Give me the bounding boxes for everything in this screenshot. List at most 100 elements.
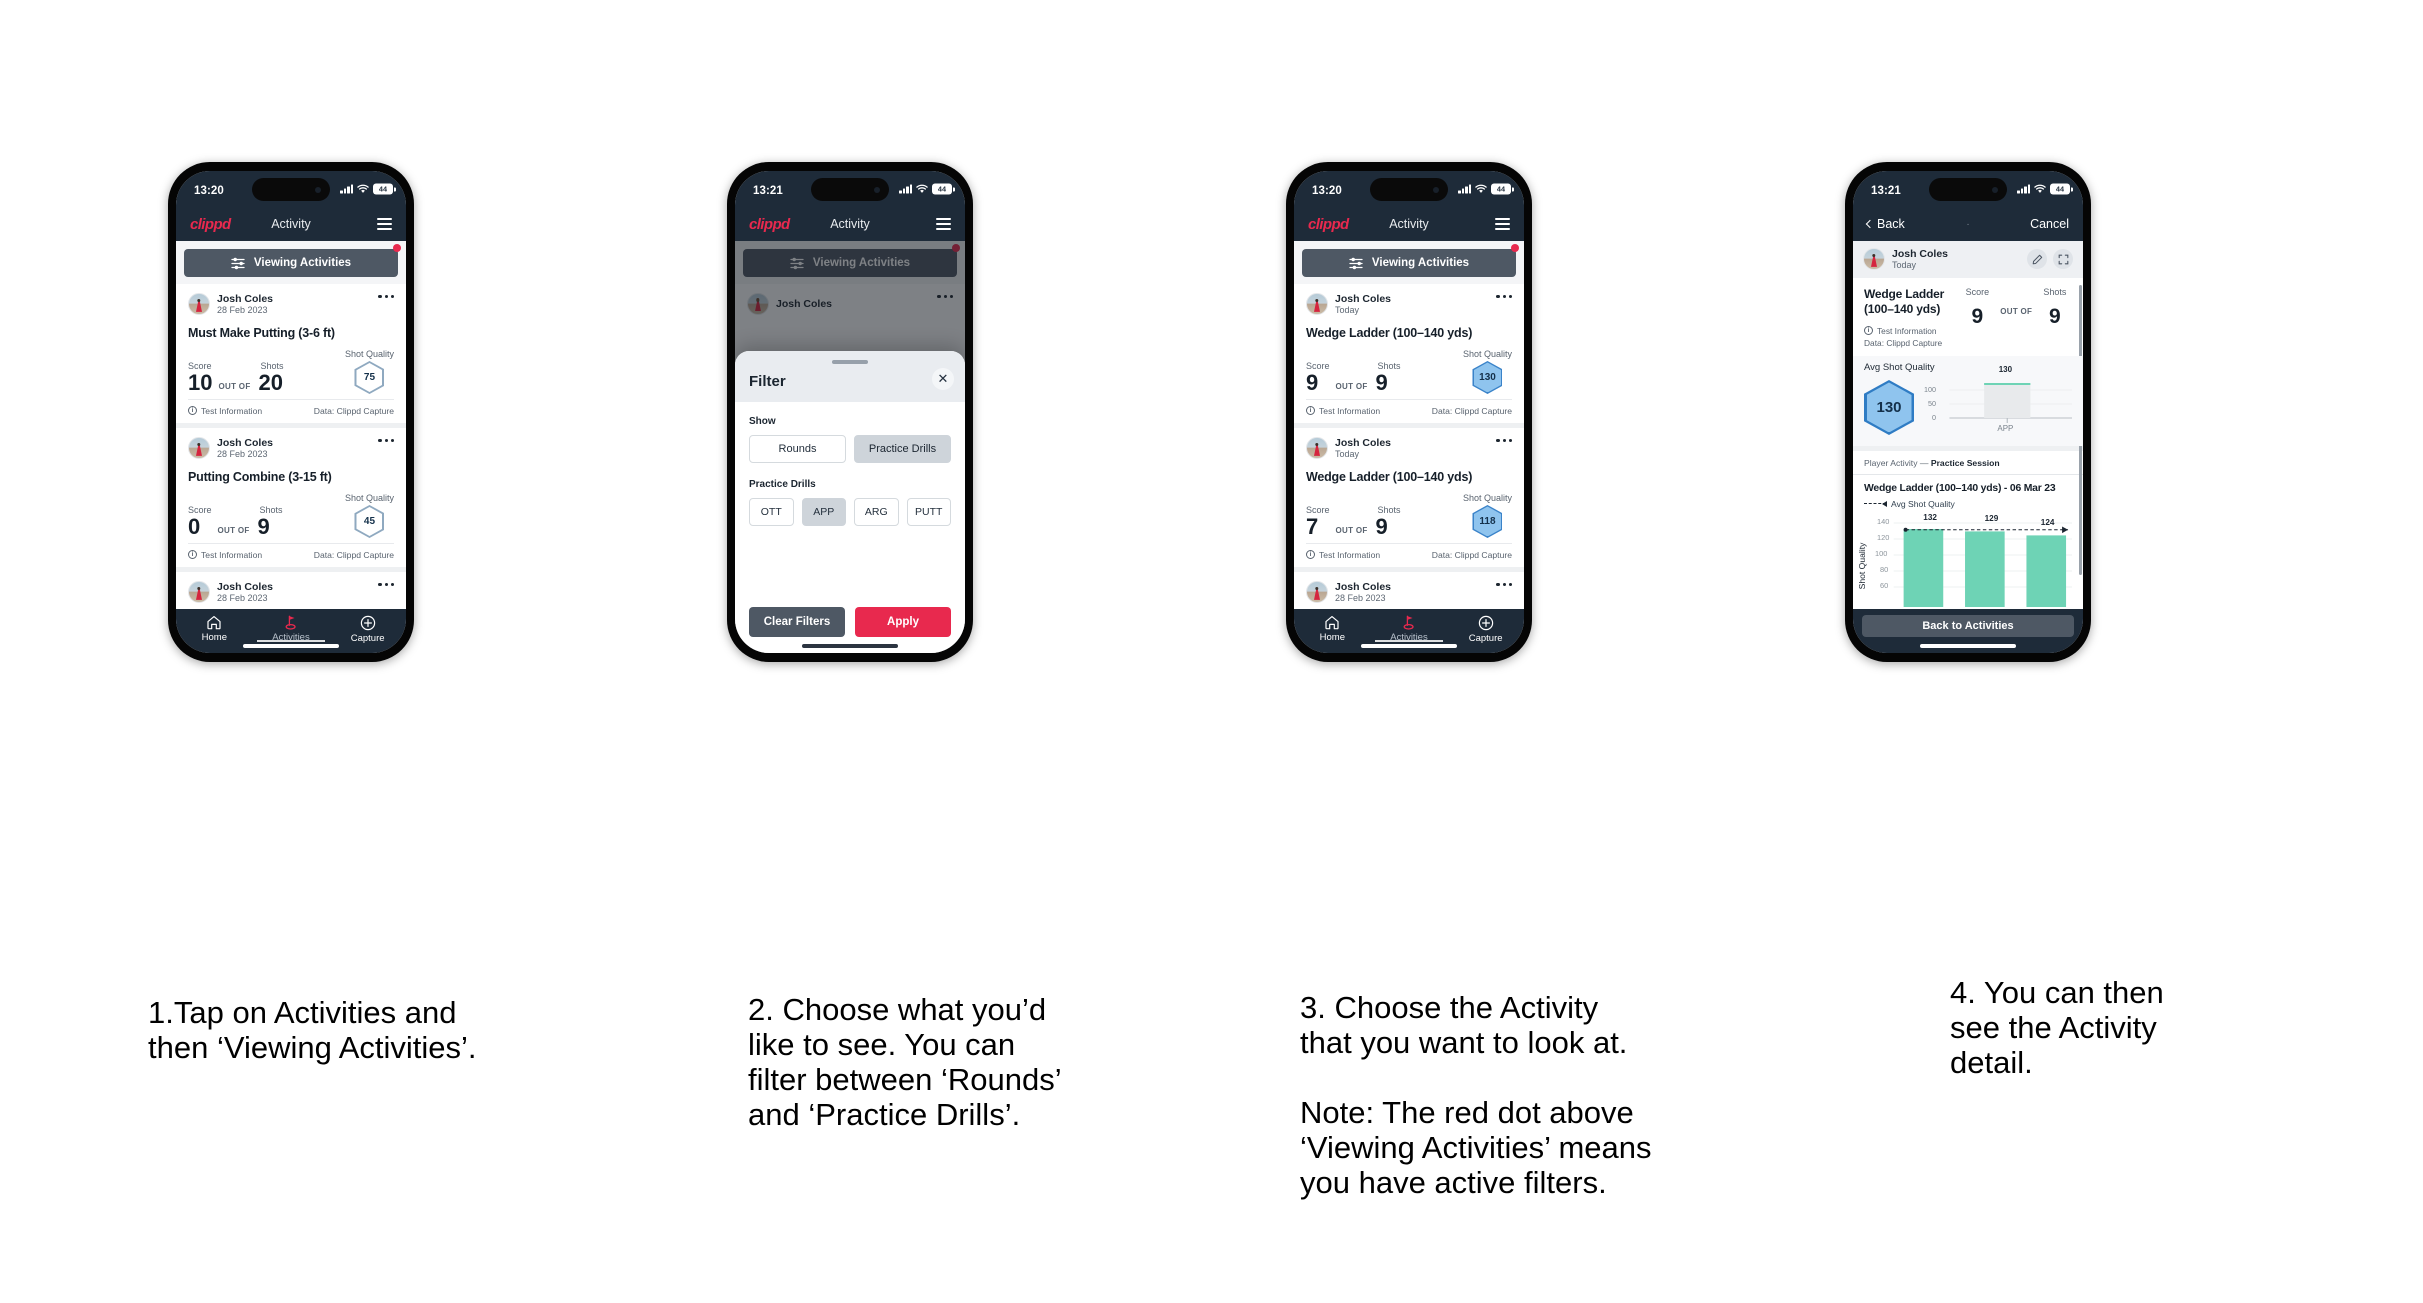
activity-card-header: Josh Coles Today bbox=[1306, 437, 1512, 460]
drill-option-app[interactable]: APP bbox=[801, 497, 846, 526]
tab-activities[interactable]: Activities bbox=[1378, 615, 1440, 643]
show-label: Show bbox=[749, 415, 776, 427]
shots-label: Shots bbox=[2043, 286, 2067, 297]
home-indicator[interactable] bbox=[1920, 644, 2016, 648]
card-menu-icon[interactable] bbox=[378, 438, 394, 443]
tab-home[interactable]: Home bbox=[1301, 615, 1363, 643]
drill-option-arg[interactable]: ARG bbox=[854, 497, 899, 526]
shot-quality-metric: Shot Quality 75 bbox=[345, 349, 394, 394]
mini-category-chart: 130 100 50 0 APP bbox=[1924, 365, 2072, 438]
tab-capture[interactable]: Capture bbox=[337, 615, 399, 644]
show-options: Rounds Practice Drills bbox=[749, 434, 951, 463]
cancel-button[interactable]: Cancel bbox=[2030, 217, 2069, 231]
status-bar: 13:21 44 bbox=[735, 171, 965, 207]
drill-option-putt[interactable]: PUTT bbox=[906, 497, 951, 526]
front-camera-icon bbox=[874, 186, 880, 193]
hamburger-icon[interactable] bbox=[1495, 218, 1510, 230]
show-option-rounds[interactable]: Rounds bbox=[749, 434, 846, 463]
phone-3-frame: 13:20 44 clippd Activity Viewing Activit… bbox=[1286, 162, 1532, 662]
tab-capture-label: Capture bbox=[1468, 633, 1503, 644]
avg-shot-quality-panel: Avg Shot Quality 130 130 100 50 0 APP bbox=[1853, 355, 2083, 446]
viewing-activities-label: Viewing Activities bbox=[253, 257, 352, 269]
phone-2-screen: 13:21 44 clippd Activity Filter ✕ Show R… bbox=[735, 171, 965, 653]
shots-metric: Shots 20 bbox=[259, 361, 284, 394]
page-title: Activity bbox=[1389, 217, 1429, 231]
tab-home-label: Home bbox=[201, 632, 227, 643]
fullscreen-icon[interactable] bbox=[2053, 249, 2073, 270]
home-icon bbox=[207, 616, 221, 630]
score-value: 7 bbox=[1306, 513, 1319, 539]
app-header: clippd Activity bbox=[1294, 207, 1524, 241]
out-of-label: OUT OF bbox=[1335, 381, 1368, 391]
detail-header-actions bbox=[2027, 249, 2073, 270]
hamburger-icon[interactable] bbox=[377, 218, 392, 230]
activity-metrics: Score 10 OUT OF Shots 20 Shot Quality 75 bbox=[188, 349, 394, 399]
phone-4-body: Josh Coles Today Wedge Ladder (100–140 y… bbox=[1853, 241, 2083, 609]
tab-capture[interactable]: Capture bbox=[1455, 615, 1517, 644]
activity-card[interactable]: Josh Coles Today Wedge Ladder (100–140 y… bbox=[1294, 422, 1524, 567]
activity-card[interactable]: Josh Coles Today Wedge Ladder (100–140 y… bbox=[1294, 284, 1524, 423]
drill-option-ott[interactable]: OTT bbox=[749, 497, 794, 526]
shots-metric: Shots 9 bbox=[1376, 505, 1401, 538]
clear-filters-button[interactable]: Clear Filters bbox=[749, 607, 845, 637]
sheet-grabber[interactable] bbox=[832, 360, 868, 364]
out-of-label: OUT OF bbox=[217, 525, 250, 535]
filter-sheet-header: Filter ✕ bbox=[735, 351, 965, 402]
shot-quality-label: Shot Quality bbox=[344, 492, 394, 503]
shot-quality-metric: Shot Quality 45 bbox=[345, 493, 394, 538]
activity-card[interactable]: Josh Coles 28 Feb 2023 Must Make Putting… bbox=[176, 284, 406, 423]
apply-button[interactable]: Apply bbox=[855, 607, 951, 637]
activity-card-header: Josh Coles 28 Feb 2023 bbox=[188, 293, 394, 316]
home-indicator[interactable] bbox=[243, 644, 339, 648]
card-menu-icon[interactable] bbox=[1496, 438, 1512, 443]
viewing-activities-button[interactable]: Viewing Activities bbox=[184, 249, 398, 277]
clippd-logo: clippd bbox=[749, 215, 790, 233]
activity-date: Today bbox=[1335, 449, 1360, 460]
activity-card-footer: i Test Information Data: Clippd Capture bbox=[188, 542, 394, 567]
activity-date: Today bbox=[1892, 260, 1917, 271]
show-option-practice-drills[interactable]: Practice Drills bbox=[854, 434, 951, 463]
status-indicators: 44 bbox=[899, 183, 952, 195]
back-button[interactable]: Back bbox=[1865, 217, 1905, 231]
avg-shot-quality-label: Avg Shot Quality bbox=[1864, 361, 1935, 373]
close-icon[interactable]: ✕ bbox=[932, 368, 954, 390]
activity-card[interactable]: Josh Coles 28 Feb 2023 Putting Combine (… bbox=[176, 422, 406, 567]
activity-card[interactable]: Josh Coles 28 Feb 2023 bbox=[1294, 566, 1524, 604]
test-information: i Test Information bbox=[1306, 550, 1380, 560]
cellular-signal-icon bbox=[1458, 184, 1471, 194]
dynamic-island bbox=[811, 178, 889, 201]
shot-quality-value: 75 bbox=[356, 362, 383, 392]
app-header: clippd Activity bbox=[176, 207, 406, 241]
plus-circle-icon bbox=[1478, 615, 1493, 631]
tab-activities[interactable]: Activities bbox=[260, 615, 322, 643]
activity-card[interactable]: Josh Coles 28 Feb 2023 bbox=[176, 566, 406, 604]
tab-home[interactable]: Home bbox=[183, 615, 245, 643]
shot-quality-value: 118 bbox=[1473, 506, 1501, 537]
status-bar: 13:20 44 bbox=[176, 171, 406, 207]
dynamic-island bbox=[1370, 178, 1448, 201]
activity-card-header: Josh Coles 28 Feb 2023 bbox=[1306, 581, 1512, 604]
viewing-activities-button[interactable]: Viewing Activities bbox=[1302, 249, 1516, 277]
test-information-label: Test Information bbox=[201, 549, 263, 560]
phone-1-frame: 13:20 44 clippd Activity Viewing Activit… bbox=[168, 162, 414, 662]
shots-metric: Shots 9 bbox=[1376, 361, 1401, 394]
avg-shot-quality-hexagon: 130 bbox=[1864, 379, 1914, 435]
home-indicator[interactable] bbox=[1361, 644, 1457, 648]
back-bar: Back to Activities bbox=[1853, 609, 2083, 653]
activity-user: Josh Coles 28 Feb 2023 bbox=[217, 581, 273, 604]
avatar bbox=[1306, 437, 1328, 460]
back-to-activities-button[interactable]: Back to Activities bbox=[1862, 615, 2074, 637]
card-menu-icon[interactable] bbox=[1496, 582, 1512, 587]
card-menu-icon[interactable] bbox=[378, 582, 394, 587]
data-source-label: Data: Clippd Capture bbox=[1431, 405, 1512, 416]
card-menu-icon[interactable] bbox=[1496, 295, 1512, 299]
player-activity-prefix: Player Activity — bbox=[1864, 457, 1931, 468]
pencil-icon[interactable] bbox=[2027, 249, 2047, 270]
user-name: Josh Coles bbox=[1892, 248, 1949, 260]
wifi-icon bbox=[1475, 184, 1487, 194]
phone-1-screen: 13:20 44 clippd Activity Viewing Activit… bbox=[176, 171, 406, 653]
home-indicator[interactable] bbox=[802, 644, 898, 648]
shots-metric: Shots 9 bbox=[258, 505, 283, 538]
card-menu-icon[interactable] bbox=[378, 295, 394, 299]
hamburger-icon[interactable] bbox=[936, 218, 951, 230]
